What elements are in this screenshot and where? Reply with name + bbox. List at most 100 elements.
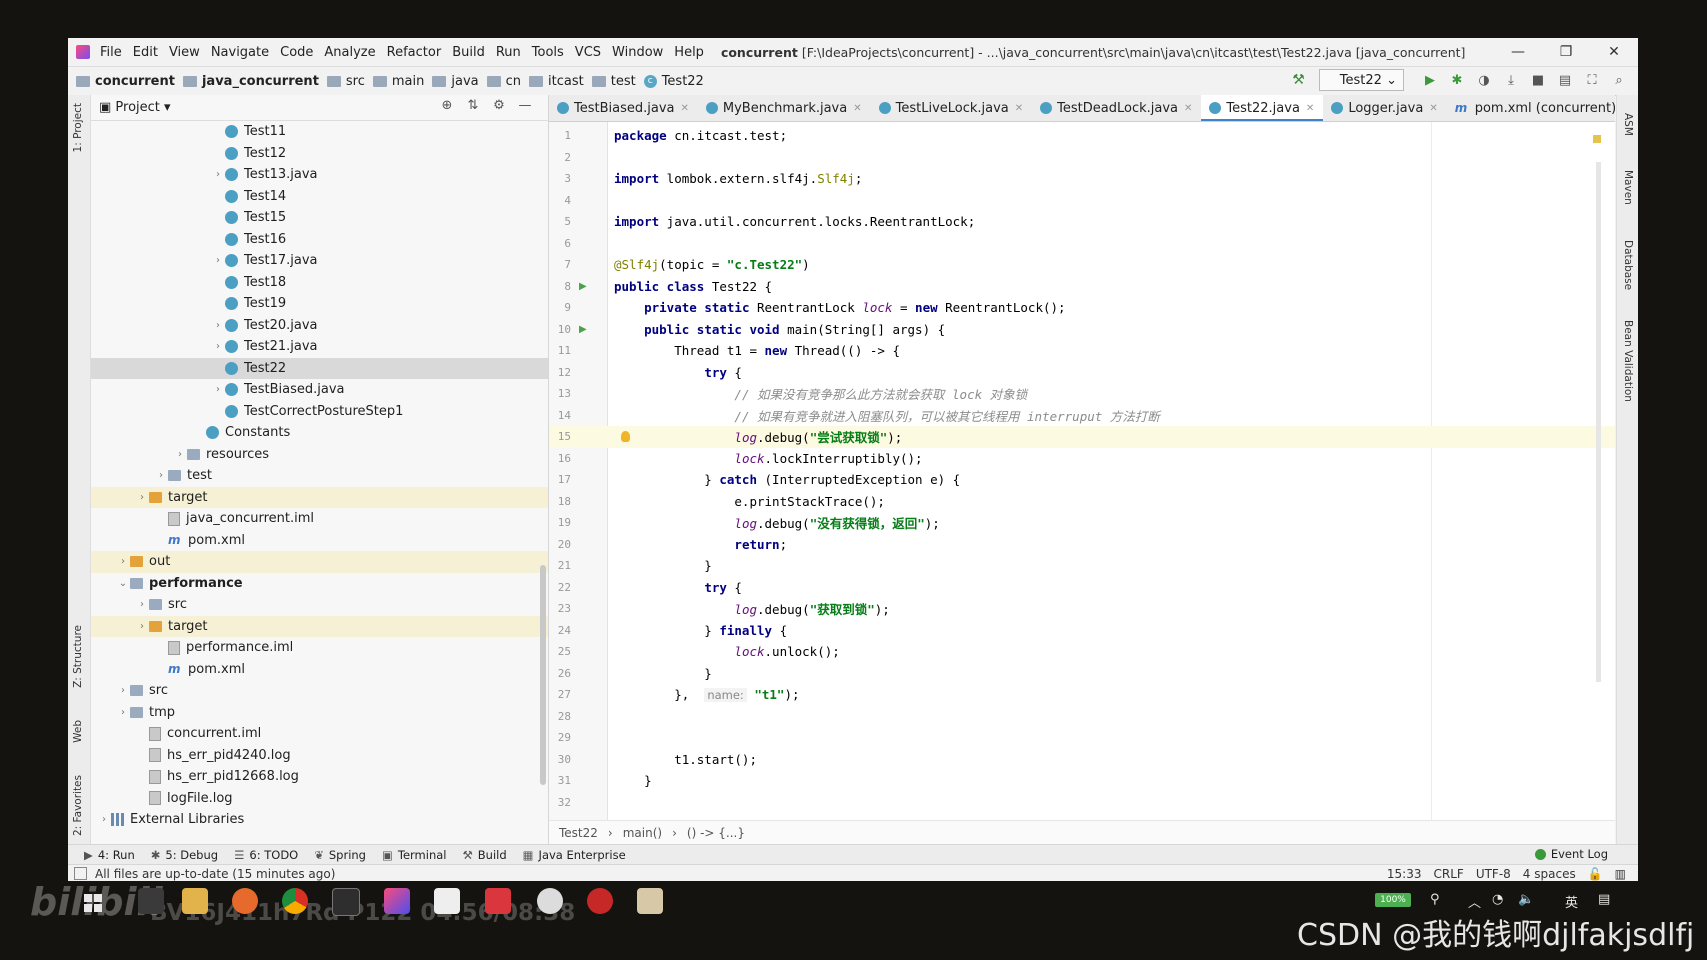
- menu-help[interactable]: Help: [674, 45, 704, 60]
- crumb-itcast[interactable]: itcast: [529, 74, 584, 89]
- toggle-tool-windows-icon[interactable]: [74, 867, 87, 880]
- editor-crumb-lambda[interactable]: () -> {...}: [687, 826, 745, 840]
- editor-crumb-class[interactable]: Test22: [559, 826, 598, 840]
- chevron-right-icon[interactable]: ›: [211, 341, 225, 352]
- chevron-right-icon[interactable]: ›: [154, 470, 168, 481]
- restore-icon[interactable]: ❐: [1542, 38, 1590, 66]
- project-tool-tab[interactable]: 1: Project: [72, 103, 84, 152]
- project-structure-icon[interactable]: ▤: [1554, 69, 1576, 91]
- close-icon[interactable]: ✕: [1590, 38, 1638, 66]
- tool-window-button[interactable]: ☰ 6: TODO: [234, 848, 298, 862]
- menu-run[interactable]: Run: [496, 45, 521, 60]
- favorites-tool-tab[interactable]: 2: Favorites: [72, 775, 84, 836]
- chevron-right-icon[interactable]: ›: [116, 556, 130, 567]
- code-line[interactable]: 13 // 如果没有竞争那么此方法就会获取 lock 对象锁: [549, 383, 1615, 405]
- chevron-right-icon[interactable]: ›: [211, 169, 225, 180]
- chrome-icon[interactable]: [282, 888, 308, 914]
- crumb-cn[interactable]: cn: [486, 74, 521, 89]
- tool-window-button[interactable]: ▣ Terminal: [382, 848, 446, 862]
- code-line[interactable]: 5 import java.util.concurrent.locks.Reent…: [549, 211, 1615, 233]
- structure-tool-tab[interactable]: Z: Structure: [72, 625, 84, 688]
- editor-tab[interactable]: mpom.xml (concurrent)✕: [1447, 95, 1615, 121]
- tree-item[interactable]: Test19: [91, 293, 548, 315]
- chevron-right-icon[interactable]: ›: [173, 449, 187, 460]
- code-line[interactable]: 29: [549, 727, 1615, 749]
- code-line[interactable]: 18 e.printStackTrace();: [549, 491, 1615, 513]
- code-line[interactable]: 14 // 如果有竞争就进入阻塞队列，可以被其它线程用 interruput 方…: [549, 405, 1615, 427]
- code-line[interactable]: 15 log.debug("尝试获取锁");: [549, 426, 1615, 448]
- gear-icon[interactable]: ⚙: [486, 98, 512, 113]
- maven-tool-tab[interactable]: Maven: [1622, 170, 1634, 205]
- close-tab-icon[interactable]: ✕: [1429, 103, 1437, 114]
- menu-code[interactable]: Code: [280, 45, 313, 60]
- code-line[interactable]: 1 package cn.itcast.test;: [549, 125, 1615, 147]
- crumb-concurrent[interactable]: concurrent: [76, 74, 175, 89]
- network-user-icon[interactable]: ⚲: [1430, 892, 1440, 907]
- tree-item[interactable]: Test18: [91, 272, 548, 294]
- menu-window[interactable]: Window: [612, 45, 663, 60]
- code-line[interactable]: 4: [549, 190, 1615, 212]
- code-line[interactable]: 21 }: [549, 555, 1615, 577]
- notepad-icon[interactable]: [434, 888, 460, 914]
- code-line[interactable]: 3 import lombok.extern.slf4j.Slf4j;: [549, 168, 1615, 190]
- tree-item[interactable]: › resources: [91, 444, 548, 466]
- file-explorer-icon[interactable]: [182, 888, 208, 914]
- tree-item[interactable]: › out: [91, 551, 548, 573]
- firefox-icon[interactable]: [232, 888, 258, 914]
- code-line[interactable]: 30 t1.start();: [549, 749, 1615, 771]
- menu-refactor[interactable]: Refactor: [387, 45, 442, 60]
- asm-tool-tab[interactable]: ASM: [1622, 113, 1634, 136]
- tool-window-button[interactable]: ⚒ Build: [462, 848, 506, 862]
- close-tab-icon[interactable]: ✕: [681, 103, 689, 114]
- editor-tab[interactable]: TestBiased.java ✕: [549, 95, 698, 121]
- code-line[interactable]: 24 } finally {: [549, 620, 1615, 642]
- tree-item[interactable]: › Test17.java: [91, 250, 548, 272]
- code-line[interactable]: 9 private static ReentrantLock lock = ne…: [549, 297, 1615, 319]
- caret-position[interactable]: 15:33: [1387, 867, 1422, 881]
- code-line[interactable]: 6: [549, 233, 1615, 255]
- file-encoding[interactable]: UTF-8: [1476, 867, 1511, 881]
- app-icon[interactable]: [637, 888, 663, 914]
- tree-item[interactable]: › tmp: [91, 702, 548, 724]
- code-line[interactable]: 16 lock.lockInterruptibly();: [549, 448, 1615, 470]
- close-tab-icon[interactable]: ✕: [853, 103, 861, 114]
- tree-item[interactable]: › src: [91, 594, 548, 616]
- crumb-src[interactable]: src: [326, 74, 365, 89]
- stop-icon[interactable]: ■: [1527, 69, 1549, 91]
- menu-view[interactable]: View: [169, 45, 200, 60]
- run-icon[interactable]: ▶: [1419, 69, 1441, 91]
- chevron-right-icon[interactable]: ›: [116, 685, 130, 696]
- tree-item[interactable]: › Test13.java: [91, 164, 548, 186]
- code-line[interactable]: 23 log.debug("获取到锁");: [549, 598, 1615, 620]
- tree-item[interactable]: › TestBiased.java: [91, 379, 548, 401]
- code-line[interactable]: 2: [549, 147, 1615, 169]
- code-line[interactable]: 17 } catch (InterruptedException e) {: [549, 469, 1615, 491]
- tree-item[interactable]: › test: [91, 465, 548, 487]
- crumb-test22[interactable]: c Test22: [643, 74, 704, 89]
- tool-window-button[interactable]: ✱ 5: Debug: [151, 848, 218, 862]
- tray-expand-icon[interactable]: ︿: [1468, 892, 1481, 911]
- tree-item[interactable]: performance.iml: [91, 637, 548, 659]
- editor-scrollbar[interactable]: [1596, 162, 1601, 682]
- editor-crumb-method[interactable]: main(): [623, 826, 662, 840]
- chevron-right-icon[interactable]: ›: [211, 255, 225, 266]
- tree-item[interactable]: hs_err_pid12668.log: [91, 766, 548, 788]
- tool-window-button[interactable]: ❦ Spring: [314, 848, 366, 862]
- tree-item[interactable]: Test15: [91, 207, 548, 229]
- chevron-right-icon[interactable]: ›: [135, 492, 149, 503]
- chevron-right-icon[interactable]: ›: [135, 621, 149, 632]
- run-gutter-icon[interactable]: ▶: [579, 324, 587, 335]
- tree-item[interactable]: › External Libraries: [91, 809, 548, 831]
- code-line[interactable]: 20 return;: [549, 534, 1615, 556]
- terminal-icon[interactable]: [332, 888, 360, 916]
- menu-navigate[interactable]: Navigate: [211, 45, 269, 60]
- notification-icon[interactable]: ▤: [1598, 892, 1610, 907]
- tree-item[interactable]: logFile.log: [91, 788, 548, 810]
- tree-item[interactable]: Test22: [91, 357, 548, 379]
- editor-tab[interactable]: Logger.java ✕: [1323, 95, 1446, 121]
- close-tab-icon[interactable]: ✕: [1184, 103, 1192, 114]
- close-tab-icon[interactable]: ✕: [1015, 103, 1023, 114]
- tree-item[interactable]: concurrent.iml: [91, 723, 548, 745]
- layout-icon[interactable]: ⛶: [1581, 69, 1603, 91]
- editor-tab[interactable]: Test22.java ✕: [1201, 95, 1324, 121]
